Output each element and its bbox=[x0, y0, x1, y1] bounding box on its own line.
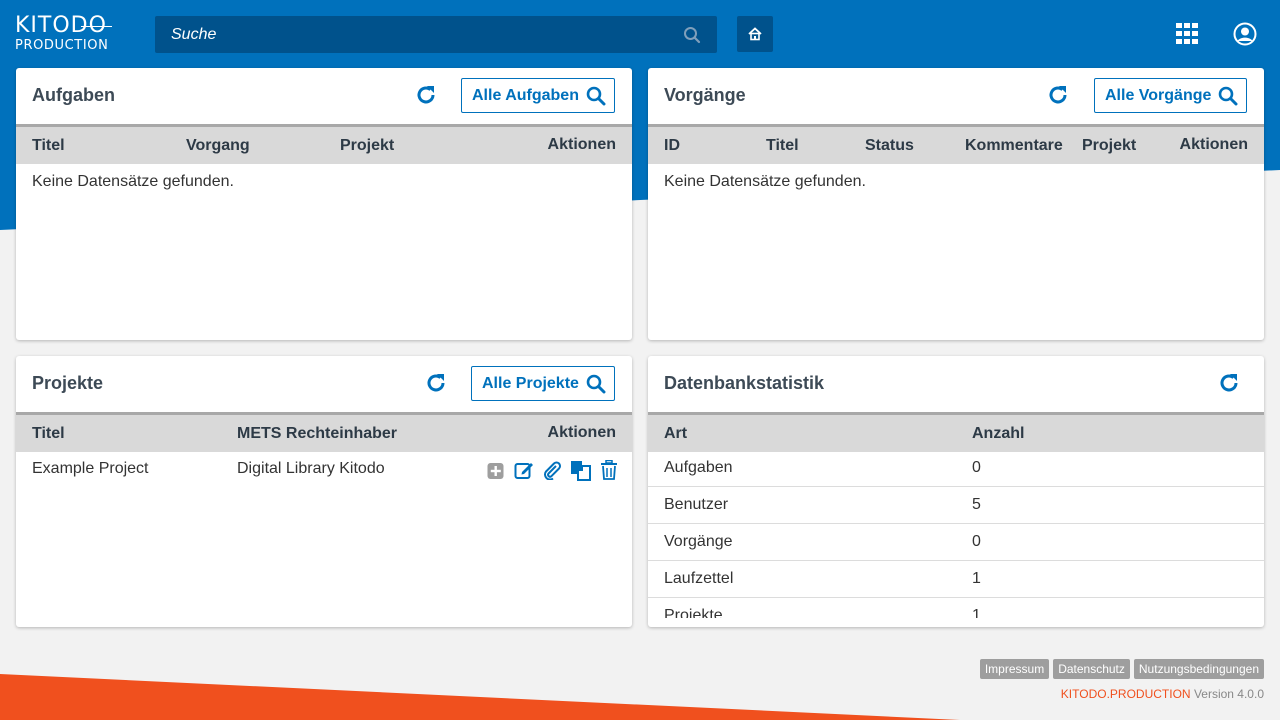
all-projects-label: Alle Projekte bbox=[482, 374, 579, 392]
column-header[interactable]: METS Rechteinhaber bbox=[237, 425, 397, 443]
search-bar bbox=[155, 16, 717, 53]
attach-icon[interactable] bbox=[542, 460, 562, 480]
column-header[interactable]: Anzahl bbox=[972, 425, 1024, 443]
table-row: Benutzer 5 bbox=[648, 487, 1264, 524]
stat-count: 5 bbox=[972, 496, 981, 513]
column-header[interactable]: Projekt bbox=[1082, 137, 1136, 155]
column-header[interactable]: Status bbox=[865, 137, 914, 155]
column-header: Aktionen bbox=[1179, 136, 1248, 153]
stat-type: Aufgaben bbox=[664, 459, 733, 476]
projects-table-header: Titel METS Rechteinhaber Aktionen bbox=[16, 412, 632, 452]
search-icon bbox=[1219, 86, 1238, 105]
projects-panel: Projekte Alle Projekte Titel METS Rechte… bbox=[16, 356, 632, 627]
logo[interactable]: KITODO PRODUCTION bbox=[15, 14, 113, 54]
copy-icon[interactable] bbox=[570, 459, 592, 481]
empty-message: Keine Datensätze gefunden. bbox=[32, 173, 234, 190]
stat-type: Laufzettel bbox=[664, 570, 734, 587]
brand-name: KITODO.PRODUCTION bbox=[1060, 687, 1191, 701]
search-icon bbox=[586, 374, 606, 393]
home-icon bbox=[748, 27, 762, 41]
user-icon[interactable] bbox=[1233, 22, 1257, 46]
column-header[interactable]: Projekt bbox=[340, 137, 394, 155]
refresh-icon[interactable] bbox=[1218, 372, 1240, 394]
edit-icon[interactable] bbox=[514, 460, 534, 480]
search-icon[interactable] bbox=[683, 26, 701, 44]
version-number: Version 4.0.0 bbox=[1193, 687, 1264, 701]
refresh-icon[interactable] bbox=[1047, 84, 1069, 106]
column-header[interactable]: Titel bbox=[32, 425, 65, 443]
table-row: Projekte 1 bbox=[648, 598, 1264, 618]
tasks-panel: Aufgaben Alle Aufgaben Titel Vorgang Pro… bbox=[16, 68, 632, 340]
database-stats-panel: Datenbankstatistik Art Anzahl Aufgaben 0… bbox=[648, 356, 1264, 627]
row-actions bbox=[486, 459, 618, 481]
footer-links: Impressum Datenschutz Nutzungsbedingunge… bbox=[979, 659, 1264, 679]
column-header: Aktionen bbox=[547, 424, 616, 441]
tasks-table-header: Titel Vorgang Projekt Aktionen bbox=[16, 124, 632, 164]
search-input[interactable] bbox=[155, 16, 675, 53]
all-tasks-label: Alle Aufgaben bbox=[472, 86, 579, 104]
add-icon[interactable] bbox=[486, 460, 506, 480]
tasks-title: Aufgaben bbox=[32, 85, 115, 105]
terms-link[interactable]: Nutzungsbedingungen bbox=[1133, 659, 1264, 679]
processes-table-header: ID Titel Status Kommentare Projekt Aktio… bbox=[648, 124, 1264, 164]
logo-bottom-text: PRODUCTION bbox=[15, 38, 109, 53]
projects-title: Projekte bbox=[32, 373, 104, 393]
processes-panel: Vorgänge Alle Vorgänge ID Titel Status K… bbox=[648, 68, 1264, 340]
imprint-link[interactable]: Impressum bbox=[979, 659, 1050, 679]
refresh-icon[interactable] bbox=[425, 372, 447, 394]
all-projects-button[interactable]: Alle Projekte bbox=[471, 366, 615, 401]
project-rights-holder: Digital Library Kitodo bbox=[237, 460, 385, 477]
table-row: Laufzettel 1 bbox=[648, 561, 1264, 598]
stats-title: Datenbankstatistik bbox=[664, 373, 825, 393]
column-header[interactable]: Titel bbox=[32, 137, 65, 155]
table-row: Vorgänge 0 bbox=[648, 524, 1264, 561]
refresh-icon[interactable] bbox=[415, 84, 437, 106]
project-title: Example Project bbox=[32, 460, 149, 477]
search-icon bbox=[586, 86, 606, 105]
column-header: Aktionen bbox=[547, 136, 616, 153]
privacy-link[interactable]: Datenschutz bbox=[1053, 659, 1130, 679]
all-tasks-button[interactable]: Alle Aufgaben bbox=[461, 78, 615, 113]
stat-type: Projekte bbox=[664, 607, 723, 618]
stats-table-body: Aufgaben 0 Benutzer 5 Vorgänge 0 Laufzet… bbox=[648, 450, 1264, 618]
all-processes-label: Alle Vorgänge bbox=[1105, 86, 1212, 104]
stat-count: 0 bbox=[972, 459, 981, 476]
column-header[interactable]: Art bbox=[664, 425, 687, 443]
table-row: Aufgaben 0 bbox=[648, 450, 1264, 487]
app-header: KITODO PRODUCTION bbox=[0, 0, 1280, 68]
column-header[interactable]: Titel bbox=[766, 137, 799, 155]
stat-count: 1 bbox=[972, 570, 981, 587]
all-processes-button[interactable]: Alle Vorgänge bbox=[1094, 78, 1248, 113]
delete-icon[interactable] bbox=[600, 460, 618, 480]
stat-count: 0 bbox=[972, 533, 981, 550]
stat-count: 1 bbox=[972, 607, 981, 618]
stats-table-header: Art Anzahl bbox=[648, 412, 1264, 452]
column-header[interactable]: Kommentare bbox=[965, 137, 1063, 155]
stat-type: Vorgänge bbox=[664, 533, 733, 550]
apps-grid-icon[interactable] bbox=[1176, 23, 1198, 45]
empty-message: Keine Datensätze gefunden. bbox=[664, 173, 866, 190]
version-info: KITODO.PRODUCTION Version 4.0.0 bbox=[1061, 687, 1264, 701]
column-header[interactable]: Vorgang bbox=[186, 137, 250, 155]
column-header[interactable]: ID bbox=[664, 137, 680, 155]
processes-title: Vorgänge bbox=[664, 85, 746, 105]
home-button[interactable] bbox=[737, 16, 773, 52]
stat-type: Benutzer bbox=[664, 496, 729, 513]
